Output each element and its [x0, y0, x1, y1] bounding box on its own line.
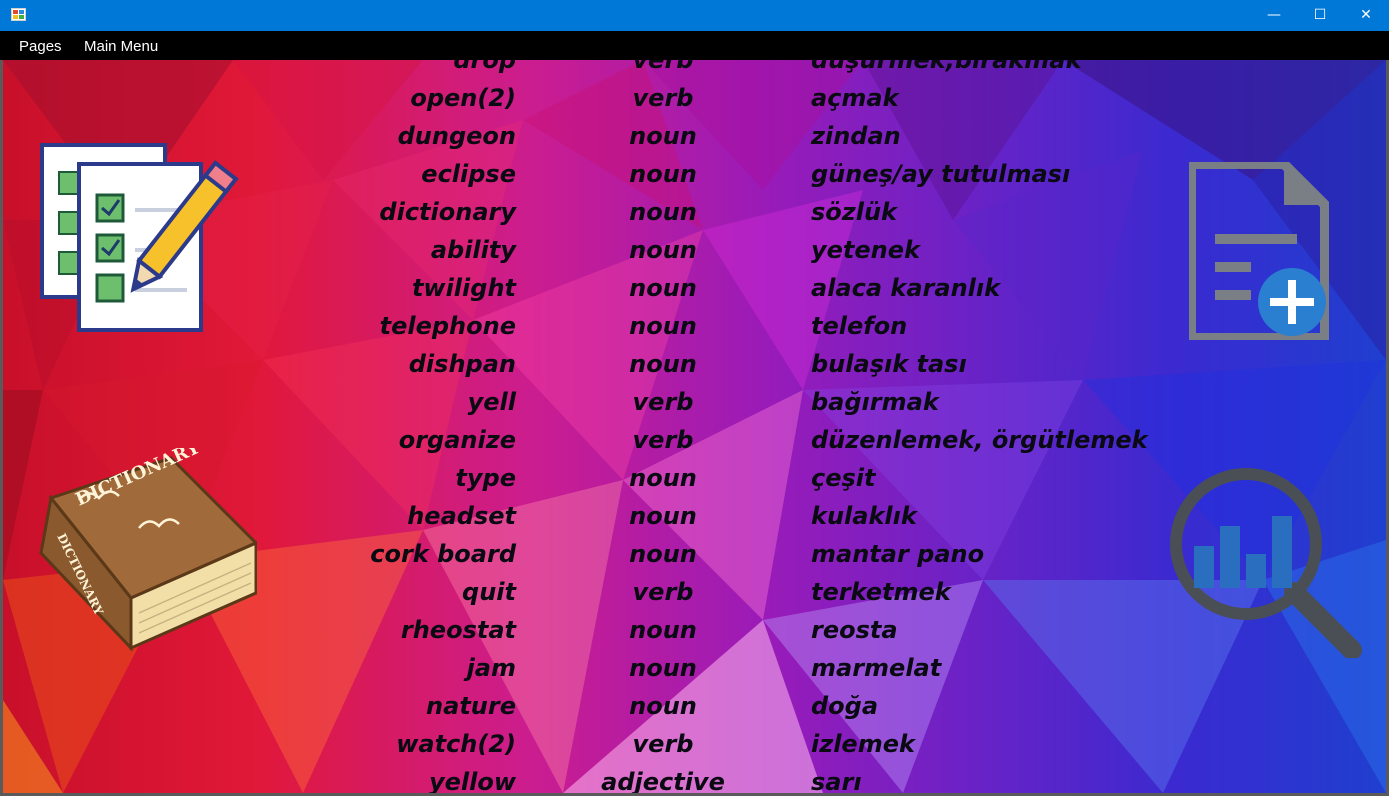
maximize-button[interactable]: ☐	[1297, 0, 1343, 31]
word-cell: jam	[466, 654, 516, 682]
word-type-cell: noun	[629, 692, 697, 720]
translation-cell: bağırmak	[811, 388, 939, 416]
word-type-cell: adjective	[601, 768, 725, 793]
menu-main-menu[interactable]: Main Menu	[84, 31, 158, 60]
word-type-cell: noun	[629, 654, 697, 682]
app-icon[interactable]	[11, 8, 26, 21]
word-row[interactable]: yell verb bağırmak	[3, 383, 1386, 421]
word-row[interactable]: ability noun yetenek	[3, 231, 1386, 269]
translation-cell: mantar pano	[811, 540, 985, 568]
word-type-cell: noun	[629, 616, 697, 644]
word-cell: drop	[453, 60, 516, 74]
translation-cell: marmelat	[811, 654, 942, 682]
word-cell: twilight	[411, 274, 516, 302]
word-cell: rheostat	[400, 616, 516, 644]
word-cell: nature	[426, 692, 516, 720]
close-button[interactable]: ✕	[1343, 0, 1389, 31]
word-row[interactable]: jam noun marmelat	[3, 649, 1386, 687]
word-row[interactable]: cork board noun mantar pano	[3, 535, 1386, 573]
word-cell: type	[455, 464, 516, 492]
translation-cell: düzenlemek, örgütlemek	[811, 426, 1148, 454]
translation-cell: telefon	[811, 312, 908, 340]
word-row[interactable]: watch(2) verb izlemek	[3, 725, 1386, 763]
menu-pages[interactable]: Pages	[19, 31, 62, 60]
translation-cell: güneş/ay tutulması	[811, 160, 1071, 188]
word-type-cell: verb	[632, 60, 694, 74]
word-row[interactable]: headset noun kulaklık	[3, 497, 1386, 535]
word-row[interactable]: eclipse noun güneş/ay tutulması	[3, 155, 1386, 193]
translation-cell: alaca karanlık	[811, 274, 1001, 302]
word-cell: quit	[462, 578, 516, 606]
word-cell: yellow	[428, 768, 516, 793]
word-cell: watch(2)	[396, 730, 516, 758]
translation-cell: reosta	[811, 616, 898, 644]
word-row[interactable]: drop verb düşürmek,bırakmak	[3, 60, 1386, 79]
word-type-cell: noun	[629, 160, 697, 188]
translation-cell: yetenek	[811, 236, 920, 264]
word-row[interactable]: type noun çeşit	[3, 459, 1386, 497]
translation-cell: sarı	[811, 768, 862, 793]
translation-cell: kulaklık	[811, 502, 917, 530]
translation-cell: terketmek	[811, 578, 951, 606]
minimize-button[interactable]: —	[1251, 0, 1297, 31]
word-row[interactable]: dishpan noun bulaşık tası	[3, 345, 1386, 383]
word-row[interactable]: nature noun doğa	[3, 687, 1386, 725]
word-cell: telephone	[379, 312, 516, 340]
translation-cell: bulaşık tası	[811, 350, 967, 378]
word-row[interactable]: organize verb düzenlemek, örgütlemek	[3, 421, 1386, 459]
word-row[interactable]: telephone noun telefon	[3, 307, 1386, 345]
word-type-cell: noun	[629, 122, 697, 150]
word-cell: dishpan	[408, 350, 516, 378]
word-type-cell: verb	[632, 730, 694, 758]
word-type-cell: verb	[632, 426, 694, 454]
content-area: DICTIONARY DICTIONARY drop verb düşürmek,b…	[3, 60, 1386, 793]
word-cell: headset	[407, 502, 516, 530]
word-type-cell: noun	[629, 464, 697, 492]
translation-cell: sözlük	[811, 198, 898, 226]
word-cell: eclipse	[421, 160, 516, 188]
word-type-cell: noun	[629, 236, 697, 264]
word-type-cell: noun	[629, 312, 697, 340]
word-cell: open(2)	[410, 84, 516, 112]
close-icon: ✕	[1360, 7, 1372, 23]
word-row[interactable]: yellow adjective sarı	[3, 763, 1386, 793]
word-type-cell: noun	[629, 502, 697, 530]
translation-cell: izlemek	[811, 730, 915, 758]
word-cell: dungeon	[397, 122, 516, 150]
word-cell: cork board	[370, 540, 516, 568]
word-type-cell: verb	[632, 84, 694, 112]
word-row[interactable]: rheostat noun reosta	[3, 611, 1386, 649]
word-type-cell: verb	[632, 388, 694, 416]
word-type-cell: noun	[629, 274, 697, 302]
translation-cell: zindan	[811, 122, 901, 150]
word-type-cell: noun	[629, 540, 697, 568]
word-row[interactable]: dictionary noun sözlük	[3, 193, 1386, 231]
word-cell: ability	[430, 236, 516, 264]
translation-cell: çeşit	[811, 464, 876, 492]
word-type-cell: verb	[632, 578, 694, 606]
minimize-icon: —	[1267, 7, 1281, 23]
word-row[interactable]: dungeon noun zindan	[3, 117, 1386, 155]
word-row[interactable]: open(2) verb açmak	[3, 79, 1386, 117]
translation-cell: doğa	[811, 692, 879, 720]
word-cell: yell	[467, 388, 516, 416]
word-row[interactable]: twilight noun alaca karanlık	[3, 269, 1386, 307]
title-bar: — ☐ ✕	[0, 0, 1389, 31]
menu-bar: Pages Main Menu	[0, 31, 1389, 60]
translation-cell: düşürmek,bırakmak	[811, 60, 1082, 74]
word-row[interactable]: quit verb terketmek	[3, 573, 1386, 611]
maximize-icon: ☐	[1313, 7, 1327, 23]
word-cell: organize	[398, 426, 516, 454]
word-type-cell: noun	[629, 198, 697, 226]
word-cell: dictionary	[379, 198, 516, 226]
translation-cell: açmak	[811, 84, 899, 112]
word-type-cell: noun	[629, 350, 697, 378]
